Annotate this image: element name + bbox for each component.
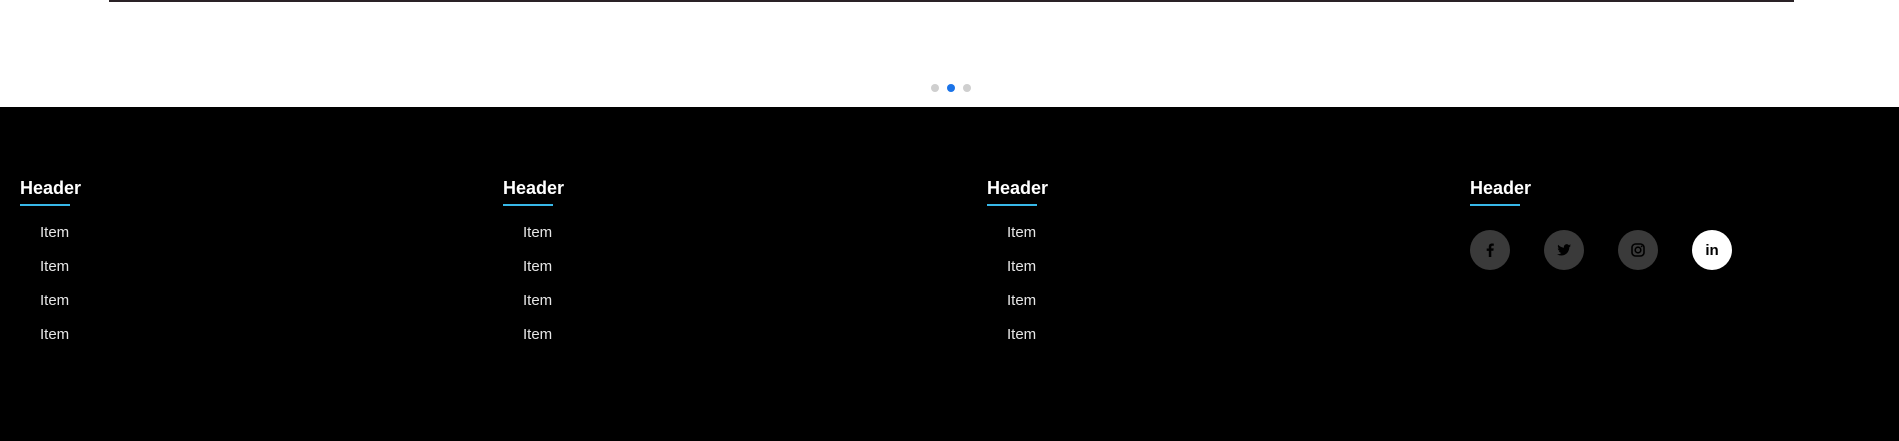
footer-link[interactable]: Item bbox=[523, 292, 903, 326]
footer-column-header: Header bbox=[987, 178, 1049, 198]
twitter-icon[interactable] bbox=[1544, 230, 1584, 270]
footer-link[interactable]: Item bbox=[40, 224, 420, 258]
header-underline bbox=[987, 204, 1037, 206]
carousel-area bbox=[0, 0, 1899, 107]
linkedin-icon[interactable]: in bbox=[1692, 230, 1732, 270]
carousel-dot-2[interactable] bbox=[947, 84, 955, 92]
page: Header Item Item Item Item Header Item I… bbox=[0, 0, 1899, 441]
footer-column-2: Header Item Item Item Item bbox=[503, 177, 903, 360]
footer-link[interactable]: Item bbox=[523, 326, 903, 360]
footer-link[interactable]: Item bbox=[1007, 326, 1387, 360]
header-underline bbox=[503, 204, 553, 206]
carousel-dots bbox=[931, 84, 971, 92]
footer-column-header: Header bbox=[503, 178, 565, 198]
footer-link[interactable]: Item bbox=[523, 258, 903, 292]
footer-link[interactable]: Item bbox=[40, 326, 420, 360]
footer-link[interactable]: Item bbox=[523, 224, 903, 258]
facebook-icon[interactable] bbox=[1470, 230, 1510, 270]
footer-column-social: Header in bbox=[1470, 177, 1870, 270]
footer-column-3: Header Item Item Item Item bbox=[987, 177, 1387, 360]
footer-link[interactable]: Item bbox=[1007, 258, 1387, 292]
instagram-icon[interactable] bbox=[1618, 230, 1658, 270]
header-underline bbox=[1470, 204, 1520, 206]
footer-column-header: Header bbox=[20, 178, 82, 198]
linkedin-glyph: in bbox=[1705, 241, 1719, 259]
footer-link[interactable]: Item bbox=[40, 292, 420, 326]
carousel-dot-1[interactable] bbox=[931, 84, 939, 92]
footer-link[interactable]: Item bbox=[1007, 224, 1387, 258]
header-underline bbox=[20, 204, 70, 206]
footer-column-header: Header bbox=[1470, 178, 1532, 198]
footer-column-1: Header Item Item Item Item bbox=[20, 177, 420, 360]
footer-item-list: Item Item Item Item bbox=[987, 224, 1387, 360]
footer-link[interactable]: Item bbox=[40, 258, 420, 292]
carousel-dot-3[interactable] bbox=[963, 84, 971, 92]
social-links: in bbox=[1470, 230, 1870, 270]
carousel-slide-edge bbox=[109, 0, 1794, 2]
footer-item-list: Item Item Item Item bbox=[20, 224, 420, 360]
footer: Header Item Item Item Item Header Item I… bbox=[0, 107, 1899, 441]
footer-item-list: Item Item Item Item bbox=[503, 224, 903, 360]
footer-link[interactable]: Item bbox=[1007, 292, 1387, 326]
